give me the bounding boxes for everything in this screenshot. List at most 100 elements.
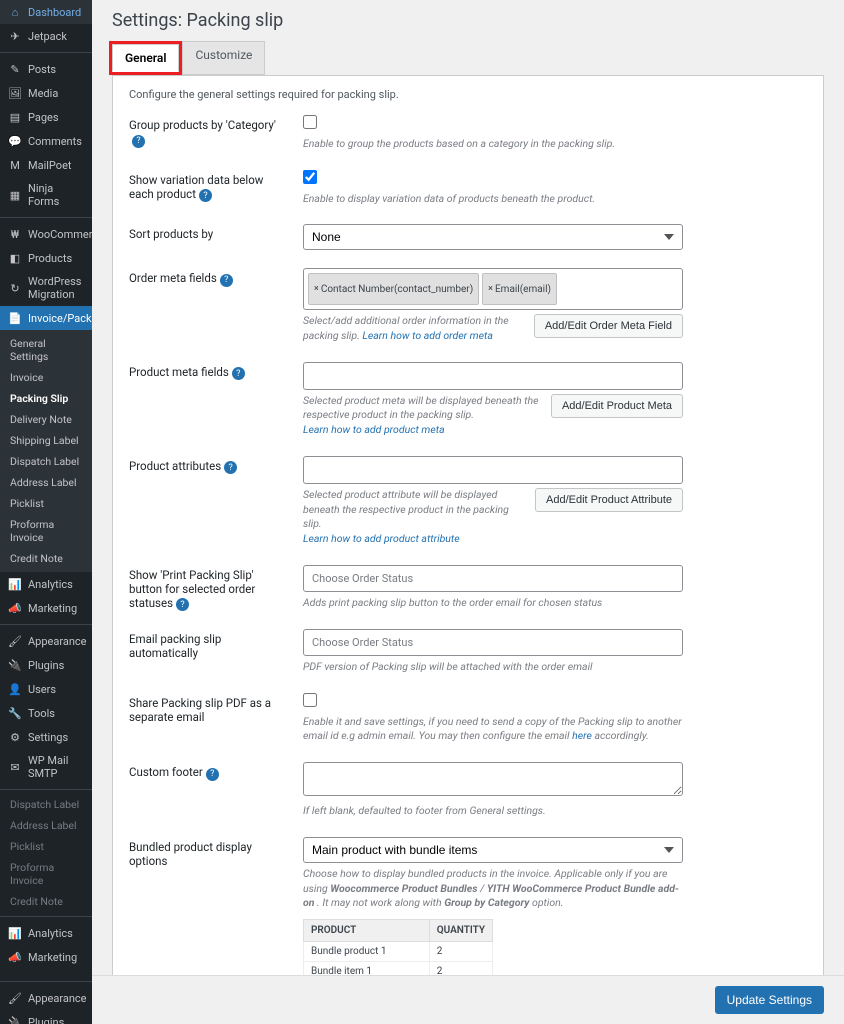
tab-customize[interactable]: Customize: [182, 41, 265, 75]
input-product-attr[interactable]: [303, 456, 683, 484]
textarea-custom-footer[interactable]: [303, 762, 683, 796]
cell-product: Bundle product 1: [304, 941, 430, 961]
sidebar-item-plugins[interactable]: 🔌Plugins: [0, 653, 92, 677]
settings-panel: Configure the general settings required …: [112, 75, 824, 1024]
sidebar-item-analytics[interactable]: 📊Analytics: [0, 572, 92, 596]
sidebar-sub-credit-note[interactable]: Credit Note: [0, 548, 92, 569]
label-share-pdf: Share Packing slip PDF as a separate ema…: [129, 693, 289, 724]
menu-icon: M: [8, 158, 22, 172]
update-settings-button[interactable]: Update Settings: [715, 986, 824, 1014]
link-product-meta[interactable]: Learn how to add product meta: [303, 423, 445, 436]
sidebar-item-media[interactable]: 🖼Media: [0, 81, 92, 105]
menu-icon: 🖌: [8, 634, 22, 648]
sidebar-item-wordpress-migration[interactable]: ↻WordPress Migration: [0, 270, 92, 306]
sidebar-item-jetpack[interactable]: ✈Jetpack: [0, 24, 92, 48]
help-icon[interactable]: ?: [132, 135, 145, 148]
desc-email-auto: PDF version of Packing slip will be atta…: [303, 660, 683, 675]
menu-icon: 💬: [8, 134, 22, 148]
sidebar-label: Dashboard: [28, 6, 81, 19]
sidebar-item[interactable]: Dispatch Label: [0, 794, 92, 815]
menu-icon: 👤: [8, 682, 22, 696]
sidebar-item-appearance[interactable]: 🖌 Appearance: [0, 629, 92, 653]
btn-add-product-attr[interactable]: Add/Edit Product Attribute: [535, 488, 683, 512]
btn-add-order-meta[interactable]: Add/Edit Order Meta Field: [534, 314, 683, 338]
sidebar-item-woocommerce[interactable]: ₩WooCommerce: [0, 222, 92, 246]
sidebar-sub-packing-slip[interactable]: Packing Slip: [0, 388, 92, 409]
sidebar-item-products[interactable]: ◧Products: [0, 246, 92, 270]
sidebar-sub-picklist[interactable]: Picklist: [0, 493, 92, 514]
sidebar-item[interactable]: [0, 969, 92, 977]
link-product-attr[interactable]: Learn how to add product attribute: [303, 532, 460, 545]
sidebar-label: Appearance: [28, 992, 87, 1005]
checkbox-group-category[interactable]: [303, 115, 317, 129]
input-print-status[interactable]: Choose Order Status: [303, 565, 683, 592]
sidebar-item-pages[interactable]: ▤Pages: [0, 105, 92, 129]
sidebar-sub-dispatch-label[interactable]: Dispatch Label: [0, 451, 92, 472]
remove-tag-icon[interactable]: ×: [488, 284, 493, 294]
sidebar-sub-delivery-note[interactable]: Delivery Note: [0, 409, 92, 430]
link-order-meta[interactable]: Learn how to add order meta: [362, 329, 493, 342]
input-product-meta[interactable]: [303, 362, 683, 390]
sidebar-item-comments[interactable]: 💬Comments: [0, 129, 92, 153]
general-tab-highlight: General: [109, 41, 182, 75]
menu-icon: ▦: [8, 188, 22, 202]
label-order-meta: Order meta fields?: [129, 268, 289, 287]
sidebar-sub-proforma-invoice[interactable]: Proforma Invoice: [0, 514, 92, 548]
sidebar-label: Plugins: [28, 1016, 64, 1024]
sidebar-item-marketing[interactable]: 📣Marketing: [0, 945, 92, 969]
menu-icon: 📊: [8, 926, 22, 940]
help-icon[interactable]: ?: [232, 367, 245, 380]
tag-email[interactable]: ×Email(email): [482, 273, 557, 305]
input-order-meta[interactable]: ×Contact Number(contact_number) ×Email(e…: [303, 268, 683, 310]
select-sort[interactable]: None: [303, 224, 683, 250]
tab-general[interactable]: General: [112, 44, 179, 72]
admin-sidebar: ⌂Dashboard✈Jetpack ✎Posts🖼Media▤Pages💬Com…: [0, 0, 92, 1024]
sidebar-label: Tools: [28, 707, 55, 720]
menu-icon: 📣: [8, 950, 22, 964]
sidebar-item-posts[interactable]: ✎Posts: [0, 57, 92, 81]
checkbox-share-pdf[interactable]: [303, 693, 317, 707]
sidebar-item[interactable]: Address Label: [0, 815, 92, 836]
sidebar-item-analytics[interactable]: 📊Analytics: [0, 921, 92, 945]
sidebar-item-settings[interactable]: ⚙Settings: [0, 725, 92, 749]
cell-qty: 2: [429, 941, 492, 961]
link-here[interactable]: here: [572, 729, 592, 742]
menu-icon: ▤: [8, 110, 22, 124]
help-icon[interactable]: ?: [176, 598, 189, 611]
sidebar-item-mailpoet[interactable]: MMailPoet: [0, 153, 92, 177]
sidebar-item-invoice-packing[interactable]: 📄Invoice/Packing: [0, 306, 92, 330]
sidebar-label: Plugins: [28, 659, 64, 672]
sidebar-item[interactable]: Picklist: [0, 836, 92, 857]
sidebar-item-plugins[interactable]: 🔌Plugins: [0, 1010, 92, 1024]
sidebar-item-users[interactable]: 👤Users: [0, 677, 92, 701]
help-icon[interactable]: ?: [199, 189, 212, 202]
sidebar-label: Ninja Forms: [28, 182, 84, 208]
sidebar-item-marketing[interactable]: 📣Marketing: [0, 596, 92, 620]
help-icon[interactable]: ?: [220, 274, 233, 287]
menu-icon: ◧: [8, 251, 22, 265]
sidebar-item[interactable]: Credit Note: [0, 891, 92, 912]
btn-add-product-meta[interactable]: Add/Edit Product Meta: [551, 394, 683, 418]
select-bundle[interactable]: Main product with bundle items: [303, 837, 683, 863]
sidebar-sub-general-settings[interactable]: General Settings: [0, 333, 92, 367]
help-icon[interactable]: ?: [224, 461, 237, 474]
tag-contact[interactable]: ×Contact Number(contact_number): [308, 273, 479, 305]
remove-tag-icon[interactable]: ×: [314, 284, 319, 294]
sidebar-sub-shipping-label[interactable]: Shipping Label: [0, 430, 92, 451]
checkbox-variation[interactable]: [303, 170, 317, 184]
sidebar-sub-address-label[interactable]: Address Label: [0, 472, 92, 493]
sidebar-item-tools[interactable]: 🔧Tools: [0, 701, 92, 725]
sidebar-label: Appearance: [28, 635, 87, 648]
sidebar-item-appearance[interactable]: 🖌Appearance: [0, 986, 92, 1010]
label-custom-footer: Custom footer?: [129, 762, 289, 781]
menu-icon: ⚙: [8, 730, 22, 744]
sidebar-sub-invoice[interactable]: Invoice: [0, 367, 92, 388]
sidebar-label: WP Mail SMTP: [28, 754, 84, 780]
input-email-status[interactable]: Choose Order Status: [303, 629, 683, 656]
sidebar-item-wp-mail-smtp[interactable]: ✉WP Mail SMTP: [0, 749, 92, 785]
sidebar-item-dashboard[interactable]: ⌂Dashboard: [0, 0, 92, 24]
sidebar-item[interactable]: Proforma Invoice: [0, 857, 92, 891]
help-icon[interactable]: ?: [206, 768, 219, 781]
sidebar-item-ninja-forms[interactable]: ▦ Ninja Forms: [0, 177, 92, 213]
label-email-auto: Email packing slip automatically: [129, 629, 289, 660]
